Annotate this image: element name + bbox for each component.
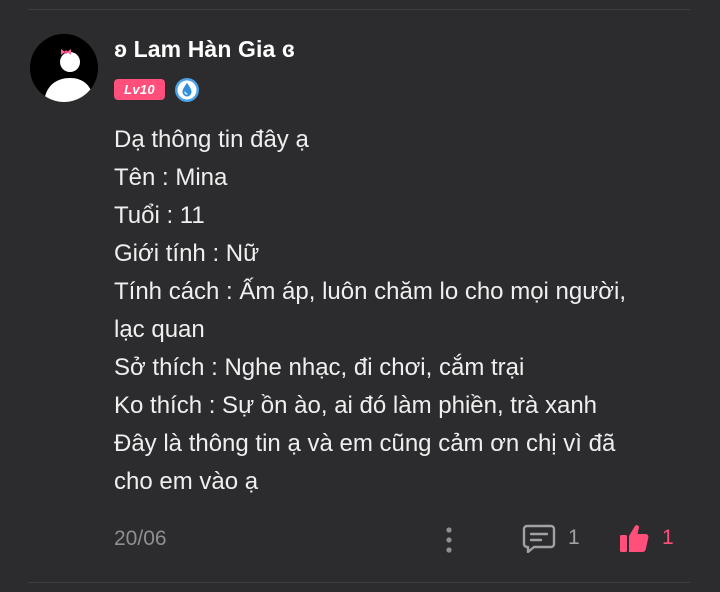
more-options-button[interactable] <box>440 525 458 555</box>
default-avatar-icon <box>30 34 98 102</box>
reply-count: 1 <box>568 526 580 549</box>
comment-line: Dạ thông tin đây ạ <box>114 126 309 153</box>
author-username[interactable]: ʚ Lam Hàn Gia ɞ <box>114 36 295 63</box>
author-avatar[interactable] <box>30 34 98 102</box>
reply-button[interactable]: 1 <box>522 522 580 554</box>
comment-line: Tuổi : 11 <box>114 202 205 229</box>
comment-line: Tính cách : Ấm áp, luôn chăm lo cho mọi … <box>114 278 627 305</box>
more-vertical-icon <box>446 527 452 553</box>
comment-line: Giới tính : Nữ <box>114 240 260 267</box>
like-button[interactable]: 1 <box>618 522 674 554</box>
comment-date: 20/06 <box>114 527 167 550</box>
comment-line: Ko thích : Sự ồn ào, ai đó làm phiền, tr… <box>114 392 598 419</box>
comment-line: Sở thích : Nghe nhạc, đi chơi, cắm trại <box>114 354 525 381</box>
comment-body: Dạ thông tin đây ạ Tên : Mina Tuổi : 11 … <box>114 121 694 501</box>
comment-line: cho em vào ạ <box>114 468 259 495</box>
comment-line: Tên : Mina <box>114 164 228 191</box>
comment-line: lạc quan <box>114 316 205 343</box>
thumbs-up-icon <box>620 525 649 552</box>
level-badge: Lv10 <box>114 79 165 100</box>
water-drop-badge-icon <box>174 77 200 103</box>
like-count: 1 <box>662 526 674 549</box>
comment-line: Đây là thông tin ạ và em cũng cảm ơn chị… <box>114 430 616 457</box>
bottom-divider <box>28 582 690 583</box>
comment-icon <box>522 524 556 553</box>
top-divider <box>28 9 690 10</box>
